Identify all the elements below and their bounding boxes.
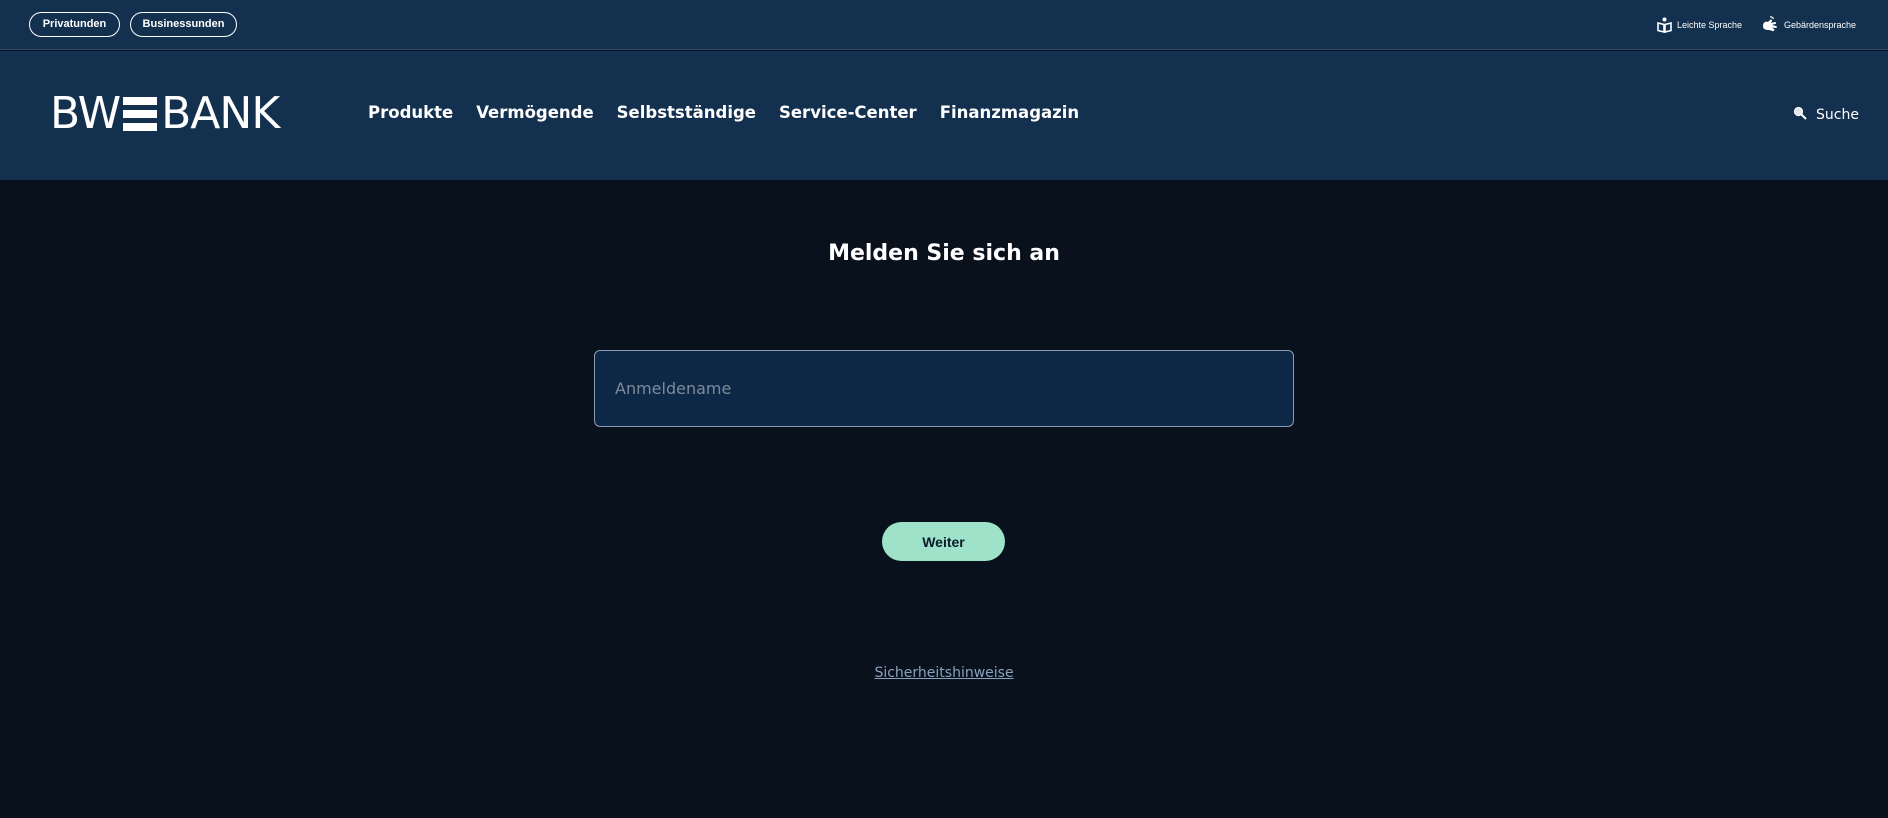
nav-item-vermoegende[interactable]: Vermögende — [476, 103, 593, 122]
security-notice-link[interactable]: Sicherheitshinweise — [0, 665, 1888, 681]
logo-bars-icon — [123, 97, 158, 131]
main-header: BW BANK Produkte Vermögende Selbstständi… — [0, 51, 1888, 180]
weiter-button[interactable]: Weiter — [882, 522, 1005, 561]
businesskunden-button[interactable]: Businessunden — [130, 12, 237, 37]
leichte-sprache-link[interactable]: Leichte Sprache — [1657, 15, 1742, 35]
sign-language-hands-icon — [1761, 16, 1779, 34]
book-info-icon — [1657, 17, 1672, 33]
leichte-sprache-label: Leichte Sprache — [1677, 20, 1743, 30]
nav-item-produkte[interactable]: Produkte — [368, 103, 453, 122]
gebaerdensprache-label: Gebärdensprache — [1784, 20, 1857, 30]
bw-bank-logo[interactable]: BW BANK — [50, 88, 280, 139]
logo-text-right: BANK — [161, 88, 280, 139]
nav-item-service-center[interactable]: Service-Center — [779, 103, 917, 122]
nav-item-selbststaendige[interactable]: Selbstständige — [617, 103, 756, 122]
search-label: Suche — [1816, 107, 1859, 123]
gebaerdensprache-link[interactable]: Gebärdensprache — [1761, 15, 1856, 35]
top-utility-bar: Privatunden Businessunden Leichte Sprach… — [0, 0, 1888, 50]
nav-item-finanzmagazin[interactable]: Finanzmagazin — [940, 103, 1079, 122]
privatkunden-button[interactable]: Privatunden — [29, 12, 120, 37]
search-icon — [1793, 106, 1807, 124]
logo-text-left: BW — [50, 88, 121, 139]
search-button[interactable]: Suche — [1793, 106, 1859, 124]
page-title: Melden Sie sich an — [828, 241, 1060, 266]
username-input[interactable] — [594, 350, 1294, 427]
main-navigation: Produkte Vermögende Selbstständige Servi… — [368, 103, 1079, 122]
